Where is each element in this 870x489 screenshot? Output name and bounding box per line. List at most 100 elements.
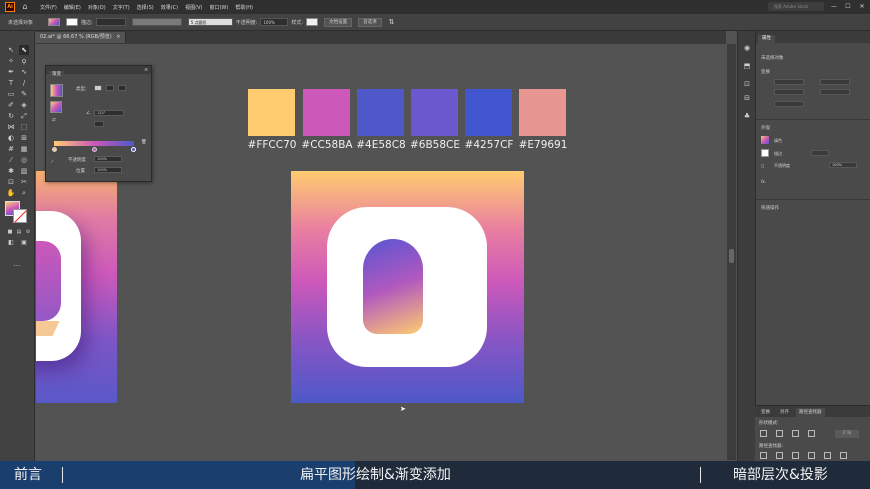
menu-select[interactable]: 选择(S): [137, 4, 154, 11]
tab-align[interactable]: 对齐: [777, 408, 792, 417]
slice-tool-icon[interactable]: ✂: [19, 177, 29, 187]
merge-icon[interactable]: [792, 452, 799, 459]
properties-dock-icon[interactable]: ◉: [742, 43, 752, 53]
delete-stop-icon[interactable]: 🗑: [141, 140, 147, 145]
scale-tool-icon[interactable]: ⤢: [19, 111, 29, 121]
stroke-color-icon[interactable]: [13, 209, 27, 223]
preferences-button[interactable]: 首选项: [358, 17, 382, 27]
aspect-field[interactable]: [94, 121, 104, 127]
panel-menu-icon[interactable]: ≡: [144, 68, 148, 73]
pen-tool-icon[interactable]: ✒: [6, 67, 16, 77]
eyedropper-icon[interactable]: ⁄: [52, 160, 53, 165]
tab-pathfinder[interactable]: 路径查找器: [796, 408, 825, 417]
lasso-icon[interactable]: ϙ: [19, 56, 29, 66]
paintbrush-icon[interactable]: ✎: [19, 89, 29, 99]
menu-type[interactable]: 文字(T): [113, 4, 130, 11]
rotate-field[interactable]: [774, 101, 804, 107]
maximize-icon[interactable]: ☐: [844, 3, 852, 10]
stroke-swatch[interactable]: [66, 18, 79, 26]
graph-tool-icon[interactable]: ▥: [19, 166, 29, 176]
minus-front-icon[interactable]: [776, 430, 783, 437]
radial-gradient-button[interactable]: [106, 85, 114, 91]
gradient-panel-title[interactable]: 渐变: [49, 71, 64, 79]
fx-button[interactable]: fx.: [761, 179, 766, 184]
intersect-icon[interactable]: [792, 430, 799, 437]
menu-help[interactable]: 帮助(H): [235, 4, 253, 11]
gradient-slider[interactable]: [54, 141, 134, 146]
document-setup-button[interactable]: 文档设置: [324, 17, 353, 27]
blend-tool-icon[interactable]: ◎: [19, 155, 29, 165]
stroke-appearance-swatch[interactable]: [761, 149, 769, 157]
brush-definition[interactable]: 5 点圆形: [187, 18, 233, 26]
gradient-preview[interactable]: [50, 84, 63, 97]
brushes-dock-icon[interactable]: ♣: [742, 111, 752, 121]
angle-field[interactable]: 120°: [94, 110, 124, 116]
more-tools-icon[interactable]: ···: [12, 261, 22, 271]
minimize-icon[interactable]: —: [830, 3, 838, 10]
exclude-icon[interactable]: [808, 430, 815, 437]
transform-dock-icon[interactable]: ⊡: [742, 79, 752, 89]
none-mode-icon[interactable]: ⊘: [23, 227, 33, 237]
fill-swatch[interactable]: [48, 18, 61, 26]
outline-icon[interactable]: [824, 452, 831, 459]
width-field[interactable]: [820, 79, 850, 85]
document-tab[interactable]: 02.ai* @ 66.67 % (RGB/预览) ×: [36, 32, 126, 43]
chapter-next[interactable]: 暗部层次&投影: [733, 461, 828, 489]
rectangle-tool-icon[interactable]: ▭: [6, 89, 16, 99]
shape-builder-icon[interactable]: ◐: [6, 133, 16, 143]
chapter-current[interactable]: 扁平图形绘制&渐变添加: [300, 461, 451, 489]
tab-close-icon[interactable]: ×: [116, 34, 120, 40]
shaper-tool-icon[interactable]: ✐: [6, 100, 16, 110]
hand-tool-icon[interactable]: ✋: [6, 188, 16, 198]
gradient-fill-stroke[interactable]: [50, 101, 62, 113]
reverse-gradient-icon[interactable]: ⇄: [52, 118, 56, 123]
eyedropper-icon[interactable]: ⁄: [6, 155, 16, 165]
stroke-weight-input[interactable]: [811, 150, 829, 156]
direct-selection-tool-icon[interactable]: ⬉: [19, 45, 29, 55]
libraries-dock-icon[interactable]: ⬒: [742, 61, 752, 71]
vertical-scrollbar[interactable]: [727, 44, 736, 460]
tab-transform[interactable]: 变换: [758, 408, 773, 417]
gradient-stop-1[interactable]: [52, 147, 57, 152]
menu-window[interactable]: 窗口(W): [209, 4, 228, 11]
linear-gradient-button[interactable]: [94, 85, 102, 91]
x-field[interactable]: [774, 79, 804, 85]
menu-effect[interactable]: 效果(C): [161, 4, 178, 11]
chapter-intro[interactable]: 前言: [14, 461, 42, 489]
perspective-grid-icon[interactable]: ⊞: [19, 133, 29, 143]
free-transform-icon[interactable]: ⬚: [19, 122, 29, 132]
home-icon[interactable]: ⌂: [20, 2, 30, 12]
scroll-thumb[interactable]: [729, 249, 734, 263]
properties-tab[interactable]: 属性: [758, 35, 775, 43]
line-tool-icon[interactable]: /: [19, 78, 29, 88]
menu-view[interactable]: 视图(V): [185, 4, 202, 11]
freeform-gradient-button[interactable]: [118, 85, 126, 91]
eraser-icon[interactable]: ◈: [19, 100, 29, 110]
symbol-sprayer-icon[interactable]: ✱: [6, 166, 16, 176]
close-icon[interactable]: ✕: [858, 3, 866, 10]
mesh-tool-icon[interactable]: #: [6, 144, 16, 154]
stock-search-input[interactable]: 搜索 Adobe Stock: [768, 2, 824, 11]
type-tool-icon[interactable]: T: [6, 78, 16, 88]
artboard-tool-icon[interactable]: ⊡: [6, 177, 16, 187]
stop-opacity-field[interactable]: 100%: [94, 156, 122, 162]
variable-width-profile[interactable]: [131, 18, 182, 26]
menu-object[interactable]: 对象(O): [88, 4, 106, 11]
gradient-tool-icon[interactable]: ▦: [19, 144, 29, 154]
graphic-style-swatch[interactable]: [306, 18, 319, 26]
menu-edit[interactable]: 编辑(E): [64, 4, 81, 11]
crop-icon[interactable]: [808, 452, 815, 459]
minus-back-icon[interactable]: [840, 452, 847, 459]
rotate-tool-icon[interactable]: ↻: [6, 111, 16, 121]
arrange-icon[interactable]: ⇅: [389, 18, 395, 26]
draw-mode-icon[interactable]: ◧: [6, 238, 16, 248]
opacity-field[interactable]: 100%: [260, 18, 289, 26]
trim-icon[interactable]: [776, 452, 783, 459]
magic-wand-icon[interactable]: ✧: [6, 56, 16, 66]
divide-icon[interactable]: [760, 452, 767, 459]
stop-position-field[interactable]: 100%: [94, 167, 122, 173]
gradient-stop-3[interactable]: [131, 147, 136, 152]
unite-icon[interactable]: [760, 430, 767, 437]
menu-file[interactable]: 文件(F): [40, 4, 57, 11]
opacity-input[interactable]: 100%: [829, 162, 857, 168]
